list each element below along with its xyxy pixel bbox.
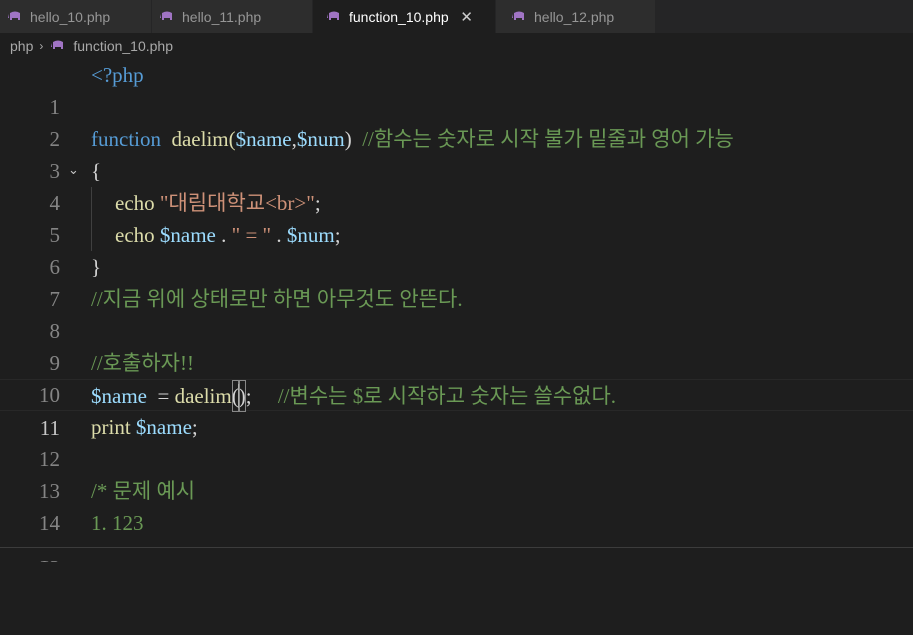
- elephant-icon: [327, 11, 339, 20]
- line-content: print $name;: [91, 415, 198, 439]
- elephant-icon: [160, 11, 172, 20]
- tab-hello-11[interactable]: hello_11.php: [152, 0, 313, 33]
- code-line[interactable]: 10 //호출하자!!: [0, 347, 913, 407]
- close-icon[interactable]: ✕: [459, 8, 475, 26]
- line-content: function daelim($name,$num) //함수는 숫자로 시작…: [91, 127, 734, 151]
- code-line[interactable]: 1 <?php: [0, 59, 913, 119]
- current-code-line[interactable]: 11 $name = daelim(); //변수는 $로 시작하고 숫자는 쓸…: [0, 379, 913, 440]
- tab-hello-10[interactable]: hello_10.php: [0, 0, 152, 33]
- chevron-down-icon[interactable]: ⌄: [68, 155, 84, 187]
- code-editor[interactable]: 1 <?php 2 3 function daelim($name,$num) …: [0, 59, 913, 567]
- code-line[interactable]: 6 echo $name . " = " . $num;: [0, 219, 913, 279]
- line-content: //지금 위에 상태로만 하면 아무것도 안뜬다.: [91, 287, 463, 311]
- line-content: //호출하자!!: [91, 351, 194, 375]
- elephant-icon: [8, 11, 20, 20]
- code-line[interactable]: 5 echo "대림대학교<br>";: [0, 187, 913, 247]
- horizontal-scrollbar[interactable]: [0, 547, 913, 561]
- breadcrumb-separator: ›: [39, 39, 44, 53]
- line-content: <?php: [91, 63, 144, 87]
- breadcrumb: php › function_10.php: [0, 33, 913, 59]
- bracket-match: ): [238, 380, 246, 412]
- breadcrumb-folder[interactable]: php: [10, 38, 33, 54]
- code-line[interactable]: 13: [0, 443, 913, 503]
- code-line[interactable]: 14 /* 문제 예시: [0, 475, 913, 535]
- tab-bar: hello_10.php hello_11.php function_10.ph…: [0, 0, 913, 33]
- line-content: echo $name . " = " . $num;: [115, 223, 341, 247]
- line-content: $name = daelim(); //변수는 $로 시작하고 숫자는 쓸수없다…: [91, 380, 616, 412]
- elephant-icon: [512, 11, 524, 20]
- code-line[interactable]: 7 }: [0, 251, 913, 311]
- tab-label: hello_11.php: [182, 8, 262, 25]
- code-line[interactable]: 15 1. 123: [0, 507, 913, 567]
- code-line[interactable]: 9: [0, 315, 913, 375]
- code-line[interactable]: 2: [0, 91, 913, 151]
- line-content: /* 문제 예시: [91, 479, 196, 503]
- code-line[interactable]: 4 ⌄ {: [0, 155, 913, 215]
- tab-label: hello_12.php: [534, 8, 615, 25]
- tab-label: function_10.php: [349, 8, 449, 25]
- breadcrumb-file[interactable]: function_10.php: [73, 38, 173, 54]
- line-content: {: [91, 159, 102, 183]
- tab-label: hello_10.php: [30, 8, 111, 25]
- elephant-icon: [51, 40, 64, 49]
- code-line[interactable]: 8 //지금 위에 상태로만 하면 아무것도 안뜬다.: [0, 283, 913, 343]
- code-line[interactable]: 3 function daelim($name,$num) //함수는 숫자로 …: [0, 123, 913, 183]
- line-content: echo "대림대학교<br>";: [115, 191, 321, 215]
- tab-function-10[interactable]: function_10.php ✕: [313, 0, 496, 33]
- line-content: 1. 123: [91, 511, 144, 535]
- line-content: }: [91, 255, 102, 279]
- code-line[interactable]: 12 print $name;: [0, 411, 913, 471]
- tab-hello-12[interactable]: hello_12.php: [496, 0, 656, 33]
